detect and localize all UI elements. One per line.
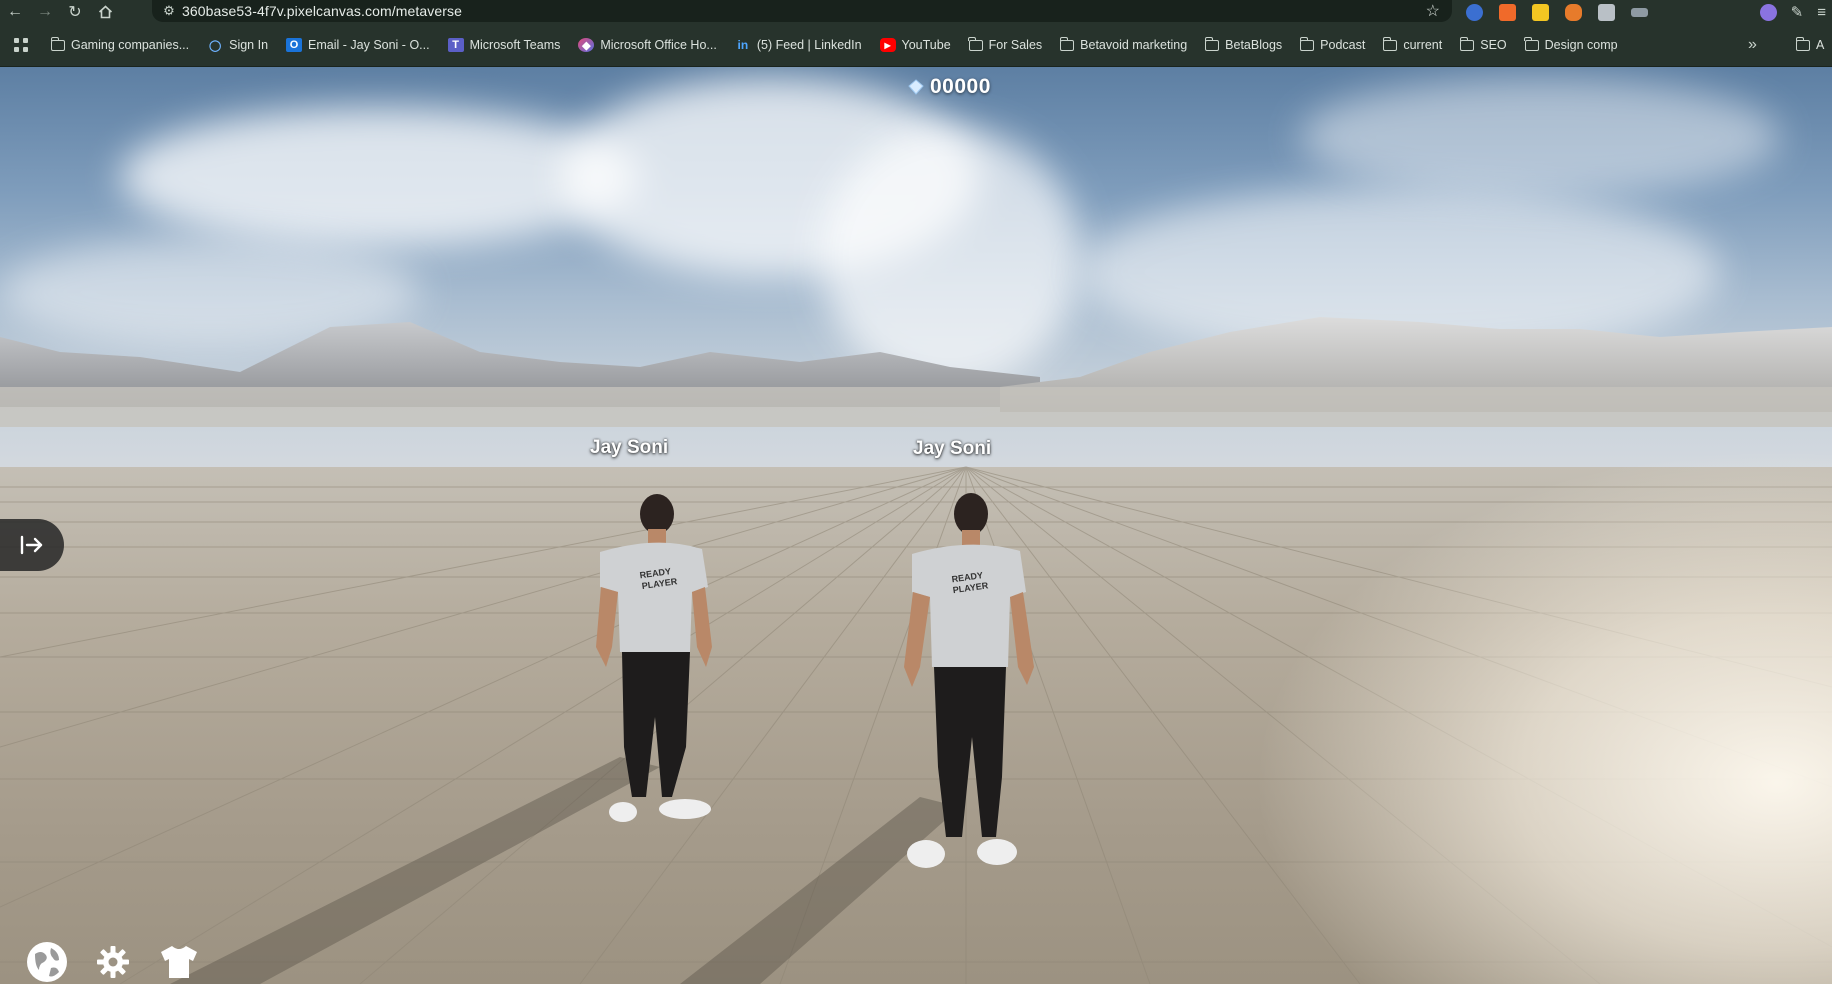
extension-yellow-icon[interactable] <box>1532 3 1549 21</box>
bookmark-label: Microsoft Teams <box>469 38 561 52</box>
arrow-right-to-bar-icon <box>20 535 43 555</box>
linkedin-icon: in <box>737 38 749 52</box>
bookmark-label: Gaming companies... <box>71 38 190 52</box>
bottom-controls <box>24 939 202 984</box>
site-settings-icon[interactable]: ⚙ <box>156 3 182 19</box>
folder-icon <box>1795 36 1810 51</box>
bookmark-podcast[interactable]: Podcast <box>1291 31 1374 59</box>
bookmark-label: Email - Jay Soni - O... <box>308 38 430 52</box>
folder-icon <box>1299 36 1315 51</box>
score-value: 00000 <box>930 75 991 98</box>
player-nameplate: Jay Soni <box>913 438 992 459</box>
folder-icon <box>968 36 983 51</box>
extension-blue-icon[interactable] <box>1466 3 1483 21</box>
back-arrow-icon[interactable]: ← <box>0 0 30 24</box>
bookmark-label: For Sales <box>988 38 1043 52</box>
tshirt-outfit-icon <box>161 946 197 978</box>
bookmark-betablogs[interactable]: BetaBlogs <box>1196 31 1291 59</box>
reading-list-icon[interactable]: ≡ <box>1817 4 1826 21</box>
bookmark-gaming-companies[interactable]: Gaming companies... <box>42 31 198 59</box>
bookmark-youtube[interactable]: ▶ YouTube <box>871 31 960 59</box>
bookmark-betavoid-marketing[interactable]: Betavoid marketing <box>1051 31 1196 59</box>
avatar-shadow <box>680 797 960 984</box>
reload-icon[interactable]: ↻ <box>60 0 90 24</box>
apps-grid-icon[interactable] <box>0 38 42 52</box>
bookmark-design-comp[interactable]: Design comp <box>1516 31 1627 59</box>
folder-icon <box>1059 36 1075 51</box>
bookmark-for-sales[interactable]: For Sales <box>960 31 1052 59</box>
game-viewport[interactable]: READY PLAYER READY PLAYER 00000 Jay Soni… <box>0 67 1832 984</box>
bookmark-label: YouTube <box>901 38 951 52</box>
bookmark-label: Microsoft Office Ho... <box>600 38 717 52</box>
teams-icon: T <box>447 38 464 52</box>
bookmark-label: Design comp <box>1544 38 1618 52</box>
folder-icon <box>1204 36 1220 51</box>
bookmark-label: Podcast <box>1320 38 1366 52</box>
extension-purple-icon[interactable] <box>1759 3 1777 21</box>
folder-icon <box>1382 36 1398 51</box>
url-text[interactable]: 360base53-4f7v.pixelcanvas.com/metaverse <box>182 3 462 19</box>
extensions-area <box>1466 0 1648 24</box>
extension-keyboard-icon[interactable] <box>1631 7 1648 17</box>
settings-button[interactable] <box>90 939 136 984</box>
bookmark-label: current <box>1403 38 1443 52</box>
avatars-svg: READY PLAYER READY PLAYER <box>170 493 1034 984</box>
bookmark-label: SEO <box>1480 38 1507 52</box>
outlook-icon: O <box>286 38 303 52</box>
extensions-puzzle-icon[interactable]: ✎ <box>1791 3 1804 21</box>
bookmark-seo[interactable]: SEO <box>1451 31 1515 59</box>
player-nameplate: Jay Soni <box>590 437 669 458</box>
browser-toolbar: ← → ↻ ⚙ 360base53-4f7v.pixelcanvas.com/m… <box>0 0 1832 24</box>
bookmark-label: A <box>1816 38 1825 52</box>
outfit-wardrobe-button[interactable] <box>156 939 202 984</box>
score-counter: 00000 <box>908 75 991 99</box>
folder-icon <box>50 36 65 51</box>
gem-icon <box>908 79 924 95</box>
bookmark-office[interactable]: ◆ Microsoft Office Ho... <box>569 31 725 59</box>
bookmark-label: Sign In <box>229 38 269 52</box>
bookmarks-bar: Gaming companies... ◯ Sign In O Email - … <box>0 24 1832 67</box>
bookmark-email[interactable]: O Email - Jay Soni - O... <box>277 31 439 59</box>
extension-orange-icon[interactable] <box>1499 3 1516 21</box>
world-map-button[interactable] <box>24 939 70 984</box>
folder-icon <box>1524 36 1539 51</box>
folder-icon <box>1459 36 1475 51</box>
home-icon[interactable] <box>90 0 120 24</box>
settings-gear-icon <box>97 946 129 978</box>
signin-site-icon: ◯ <box>208 39 222 52</box>
bookmark-label: BetaBlogs <box>1225 38 1283 52</box>
extension-fox-icon[interactable] <box>1565 3 1582 21</box>
forward-arrow-icon[interactable]: → <box>30 0 60 24</box>
browser-right-tools: ✎ ≡ <box>1759 0 1832 24</box>
bookmark-star-icon[interactable]: ☆ <box>1426 1 1440 21</box>
extension-gray-icon[interactable] <box>1598 3 1615 21</box>
bookmark-label: (5) Feed | LinkedIn <box>756 38 862 52</box>
address-bar[interactable]: ⚙ 360base53-4f7v.pixelcanvas.com/metaver… <box>152 0 1452 22</box>
globe-icon <box>27 942 67 982</box>
bookmark-current[interactable]: current <box>1374 31 1451 59</box>
chevron-double-right-icon[interactable]: » <box>1748 24 1757 66</box>
bookmark-teams[interactable]: T Microsoft Teams <box>439 31 570 59</box>
bookmark-linkedin[interactable]: in (5) Feed | LinkedIn <box>726 31 871 59</box>
office-icon: ◆ <box>578 38 595 52</box>
avatar-shadow <box>170 757 660 984</box>
bookmark-sign-in[interactable]: ◯ Sign In <box>198 31 277 59</box>
youtube-icon: ▶ <box>879 38 896 52</box>
bookmark-overflow-folder[interactable]: A <box>1795 24 1825 66</box>
open-side-panel-button[interactable] <box>0 519 64 571</box>
bookmark-label: Betavoid marketing <box>1080 38 1188 52</box>
